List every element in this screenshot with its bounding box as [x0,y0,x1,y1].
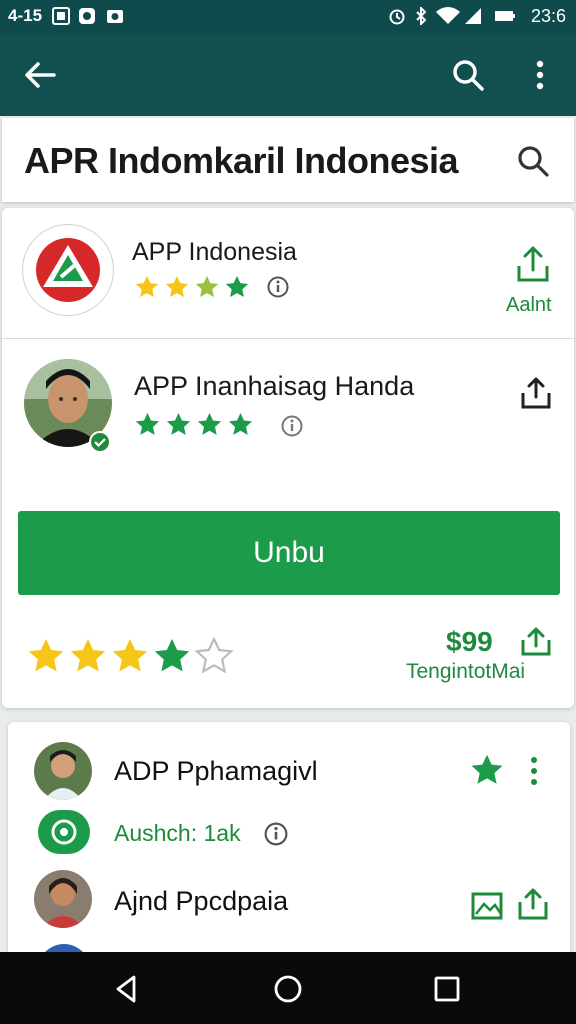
status-time-left: 4-15 [8,6,43,25]
status-time-right: 23:6 [530,6,566,26]
info-icon[interactable] [264,822,288,846]
wifi-icon [436,7,460,25]
star-icon [228,413,253,435]
list-item-title[interactable]: ADP Pphamagivl [114,756,318,787]
star-icon[interactable] [468,752,506,788]
list-item-meta: Aushch: 1ak [114,820,241,846]
star-icon [225,275,249,297]
image-icon [52,7,70,25]
rating-stars [134,274,250,300]
record-icon [79,8,95,24]
app-logo-icon [36,238,100,302]
verified-badge-icon [89,431,111,453]
more-vert-icon[interactable] [520,55,560,95]
avatar [34,870,92,928]
search-bar[interactable]: APR Indomkaril Indonesia [2,118,574,202]
rating-stars [134,411,254,438]
price-caption: TengintotMai [406,660,526,683]
info-icon[interactable] [281,415,303,437]
camera-icon [107,10,123,23]
result-title: APP Indonesia [132,238,297,266]
chat-bubble-icon [38,810,90,854]
app-logo [22,224,114,316]
search-icon[interactable] [514,142,552,180]
signal-icon [465,8,481,24]
list-item-title[interactable]: Ajnd Ppcdpaia [114,886,288,917]
more-vert-icon[interactable] [526,754,542,788]
alarm-icon [389,9,405,25]
bluetooth-icon [416,7,427,25]
info-icon[interactable] [267,276,289,298]
list-card: ADP Pphamagivl Aushch: 1ak Ajnd Ppcdpaia [8,722,570,962]
battery-icon [495,11,515,21]
share-icon[interactable] [518,626,554,658]
star-icon [70,639,106,672]
install-rating-stars [26,636,234,676]
recents-square-icon[interactable] [430,972,464,1006]
result-title: APP Inanhaisag Handa [134,371,415,401]
avatar [34,742,92,800]
share-icon[interactable] [514,244,552,284]
install-button[interactable]: Unbu [18,511,560,595]
star-icon [166,413,191,435]
result-card: APP Indonesia Aalnt APP Inanhaisag Handa… [2,208,574,708]
share-icon[interactable] [518,375,554,411]
share-label: Aalnt [506,294,552,316]
app-bar [0,34,576,116]
back-triangle-icon[interactable] [110,972,144,1006]
star-outline-icon [194,636,234,674]
price: $99 [446,626,493,657]
star-icon [135,275,159,297]
status-bar: 4-15 23:6 [0,0,576,34]
star-icon [112,639,148,672]
star-icon [28,639,64,672]
star-icon [135,413,160,435]
star-icon [195,275,219,297]
home-circle-icon[interactable] [271,972,305,1006]
star-icon [165,275,189,297]
system-nav-bar [0,952,576,1024]
star-icon [154,639,190,672]
search-icon[interactable] [448,55,488,95]
search-query[interactable]: APR Indomkaril Indonesia [24,140,459,182]
share-icon[interactable] [516,886,550,922]
image-edit-icon[interactable] [470,888,504,922]
star-icon [197,413,222,435]
back-arrow-icon[interactable] [20,55,60,95]
result-row-app-inanhaisag[interactable]: APP Inanhaisag Handa [2,339,574,499]
result-row-app-indonesia[interactable]: APP Indonesia Aalnt [2,208,574,339]
